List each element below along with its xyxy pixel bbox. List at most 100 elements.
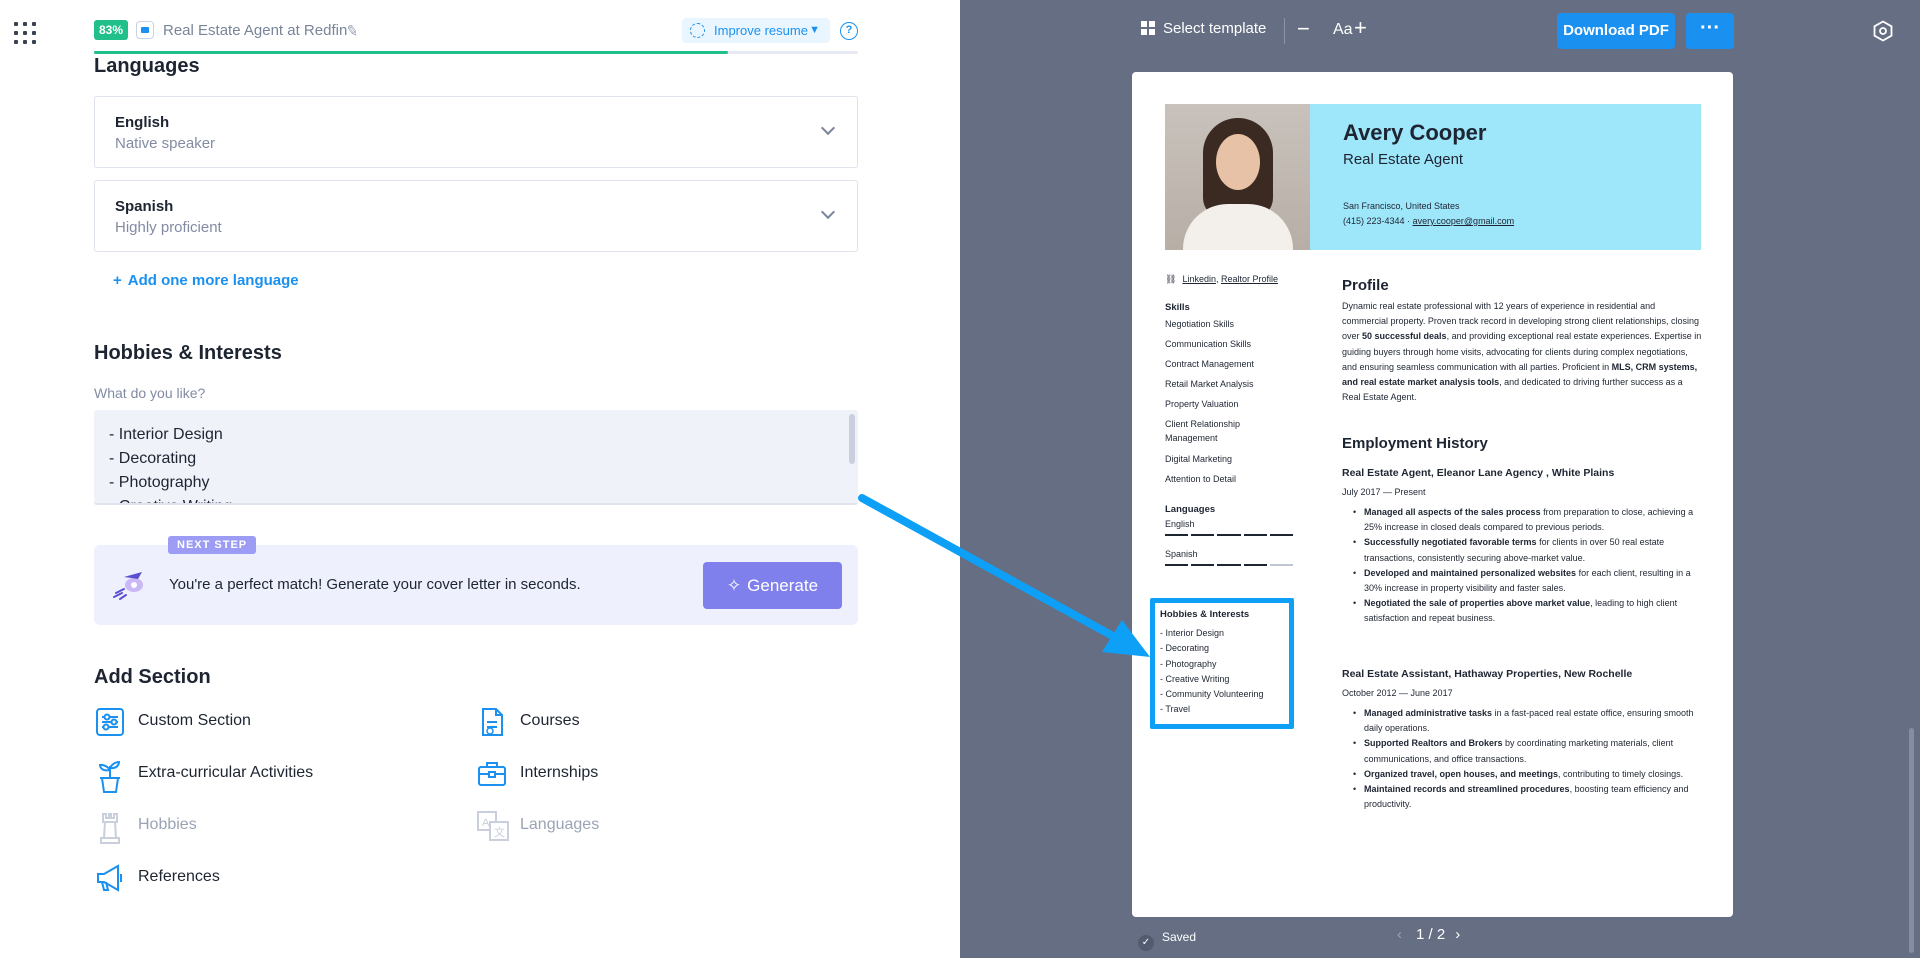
highlighted-hobbies-section[interactable]: Hobbies & Interests - Interior Design - … bbox=[1150, 598, 1294, 729]
generate-button[interactable]: ✧ Generate bbox=[703, 562, 842, 609]
job-target-icon bbox=[136, 21, 154, 39]
download-pdf-button[interactable]: Download PDF bbox=[1557, 13, 1675, 49]
profile-photo bbox=[1165, 104, 1310, 250]
job-dates: October 2012 — June 2017 bbox=[1342, 688, 1453, 698]
generate-label: Generate bbox=[747, 576, 819, 595]
add-section-label: Languages bbox=[520, 816, 600, 833]
job-bullet: Negotiated the sale of properties above … bbox=[1353, 596, 1702, 626]
resume-link: Realtor Profile bbox=[1220, 274, 1279, 284]
resume-hobbies-list: - Interior Design - Decorating - Photogr… bbox=[1160, 628, 1264, 715]
add-language-label: Add one more language bbox=[127, 272, 299, 289]
previous-page-button[interactable]: ‹ bbox=[1397, 926, 1402, 943]
hobbies-section-title: Hobbies & Interests bbox=[94, 342, 282, 364]
increase-font-button[interactable]: + bbox=[1354, 15, 1367, 41]
job-title[interactable]: Real Estate Agent at Redfin bbox=[163, 22, 347, 39]
resume-link: Linkedin bbox=[1182, 274, 1216, 284]
resume-editor: 83% Real Estate Agent at Redfin ✎ Improv… bbox=[0, 0, 960, 958]
skill-item: Retail Market Analysis bbox=[1165, 379, 1254, 389]
resume-links: ⛓ Linkedin, Realtor Profile bbox=[1165, 274, 1279, 284]
sparkle-icon: ✧ bbox=[726, 576, 742, 595]
resume-role: Real Estate Agent bbox=[1343, 151, 1464, 168]
language-card-english[interactable]: English Native speaker bbox=[94, 96, 858, 168]
pencil-icon[interactable]: ✎ bbox=[345, 21, 361, 41]
language-card-spanish[interactable]: Spanish Highly proficient bbox=[94, 180, 858, 252]
svg-text:A: A bbox=[482, 817, 490, 829]
add-section-label: Courses bbox=[520, 712, 580, 729]
hobbies-text[interactable]: - Interior Design - Decorating - Photogr… bbox=[109, 423, 232, 503]
settings-hexagon-icon[interactable] bbox=[1872, 20, 1894, 42]
skill-item: Negotiation Skills bbox=[1165, 319, 1235, 329]
preview-toolbar: Select template − Aa + Download PDF ··· bbox=[960, 0, 1920, 62]
skill-item: Contract Management bbox=[1165, 359, 1255, 369]
resume-progress-bar bbox=[94, 51, 858, 54]
apps-grid-icon[interactable] bbox=[14, 22, 36, 44]
language-name: Spanish bbox=[115, 198, 174, 215]
job-title: Real Estate Agent, Eleanor Lane Agency ,… bbox=[1342, 467, 1615, 479]
employment-heading: Employment History bbox=[1342, 435, 1488, 452]
resume-language-name: English bbox=[1165, 519, 1195, 529]
job-bullet: Developed and maintained personalized we… bbox=[1353, 566, 1702, 596]
add-section-label: References bbox=[138, 868, 220, 885]
resume-hobbies-heading: Hobbies & Interests bbox=[1160, 609, 1250, 620]
job-title: Real Estate Assistant, Hathaway Properti… bbox=[1342, 668, 1633, 680]
job-bullet: Organized travel, open houses, and meeti… bbox=[1353, 767, 1702, 782]
language-level-bar bbox=[1165, 564, 1294, 566]
job-bullet: Maintained records and streamlined proce… bbox=[1353, 782, 1702, 812]
skill-item: Property Valuation bbox=[1165, 399, 1239, 409]
chevron-down-icon[interactable] bbox=[820, 204, 836, 220]
resume-languages-heading: Languages bbox=[1165, 504, 1216, 515]
add-section-label: Custom Section bbox=[138, 712, 251, 729]
next-step-message: You're a perfect match! Generate your co… bbox=[169, 576, 581, 593]
plus-icon: + bbox=[113, 272, 122, 289]
language-level-segment bbox=[1269, 564, 1294, 566]
select-template-button[interactable]: Select template bbox=[1141, 20, 1266, 37]
add-section-label: Extra-curricular Activities bbox=[138, 764, 314, 781]
improve-resume-label: Improve resume bbox=[714, 23, 808, 38]
chevron-down-icon[interactable] bbox=[820, 120, 836, 136]
font-size-label: Aa bbox=[1333, 21, 1353, 38]
languages-section-title: Languages bbox=[94, 55, 200, 77]
skills-heading: Skills bbox=[1165, 302, 1190, 313]
chess-rook-icon bbox=[100, 813, 120, 844]
profile-summary: Dynamic real estate professional with 12… bbox=[1342, 299, 1702, 405]
add-section-label: Hobbies bbox=[138, 816, 197, 833]
help-icon[interactable]: ? bbox=[840, 22, 858, 40]
resume-phone: (415) 223-4344 bbox=[1343, 216, 1405, 226]
resume-email: avery.cooper@gmail.com bbox=[1412, 216, 1515, 226]
profile-heading: Profile bbox=[1342, 277, 1389, 294]
language-level-segment bbox=[1217, 534, 1241, 536]
resume-name: Avery Cooper bbox=[1343, 120, 1487, 145]
save-status: ✓ Saved bbox=[1138, 930, 1196, 951]
editor-topbar: 83% Real Estate Agent at Redfin ✎ Improv… bbox=[94, 18, 858, 54]
add-language-button[interactable]: + Add one more language bbox=[113, 272, 299, 289]
language-level: Highly proficient bbox=[115, 219, 222, 236]
page-pager: ‹ 1 / 2 › bbox=[1397, 926, 1460, 943]
template-grid-icon bbox=[1141, 21, 1155, 35]
plant-icon bbox=[98, 760, 121, 793]
select-template-label: Select template bbox=[1163, 20, 1267, 37]
resume-page[interactable]: Avery Cooper Real Estate Agent San Franc… bbox=[1132, 72, 1733, 917]
language-level-segment bbox=[1243, 564, 1267, 566]
language-level-segment bbox=[1165, 564, 1189, 566]
custom-section-icon bbox=[96, 708, 124, 736]
skill-item: Attention to Detail bbox=[1165, 474, 1237, 484]
hobbies-textarea[interactable]: - Interior Design - Decorating - Photogr… bbox=[94, 410, 858, 505]
saved-label: Saved bbox=[1162, 930, 1197, 944]
briefcase-icon bbox=[478, 762, 506, 786]
language-level-segment bbox=[1217, 564, 1241, 566]
add-section-title: Add Section bbox=[94, 666, 211, 688]
preview-scrollbar[interactable] bbox=[1909, 728, 1914, 953]
next-page-button[interactable]: › bbox=[1455, 926, 1460, 943]
language-level-segment bbox=[1269, 534, 1294, 536]
rocket-icon bbox=[113, 572, 143, 600]
more-options-button[interactable]: ··· bbox=[1686, 13, 1734, 49]
chevron-down-icon: ▼ bbox=[809, 24, 820, 36]
improve-resume-button[interactable]: Improve resume ▼ bbox=[682, 18, 830, 43]
language-level-segment bbox=[1165, 534, 1189, 536]
courses-icon bbox=[482, 708, 503, 736]
resume-location: San Francisco, United States bbox=[1343, 201, 1460, 211]
hobbies-scrollbar[interactable] bbox=[849, 414, 855, 464]
toolbar-divider bbox=[1284, 18, 1285, 44]
sparkle-circle-icon bbox=[690, 23, 705, 38]
decrease-font-button[interactable]: − bbox=[1297, 16, 1310, 42]
